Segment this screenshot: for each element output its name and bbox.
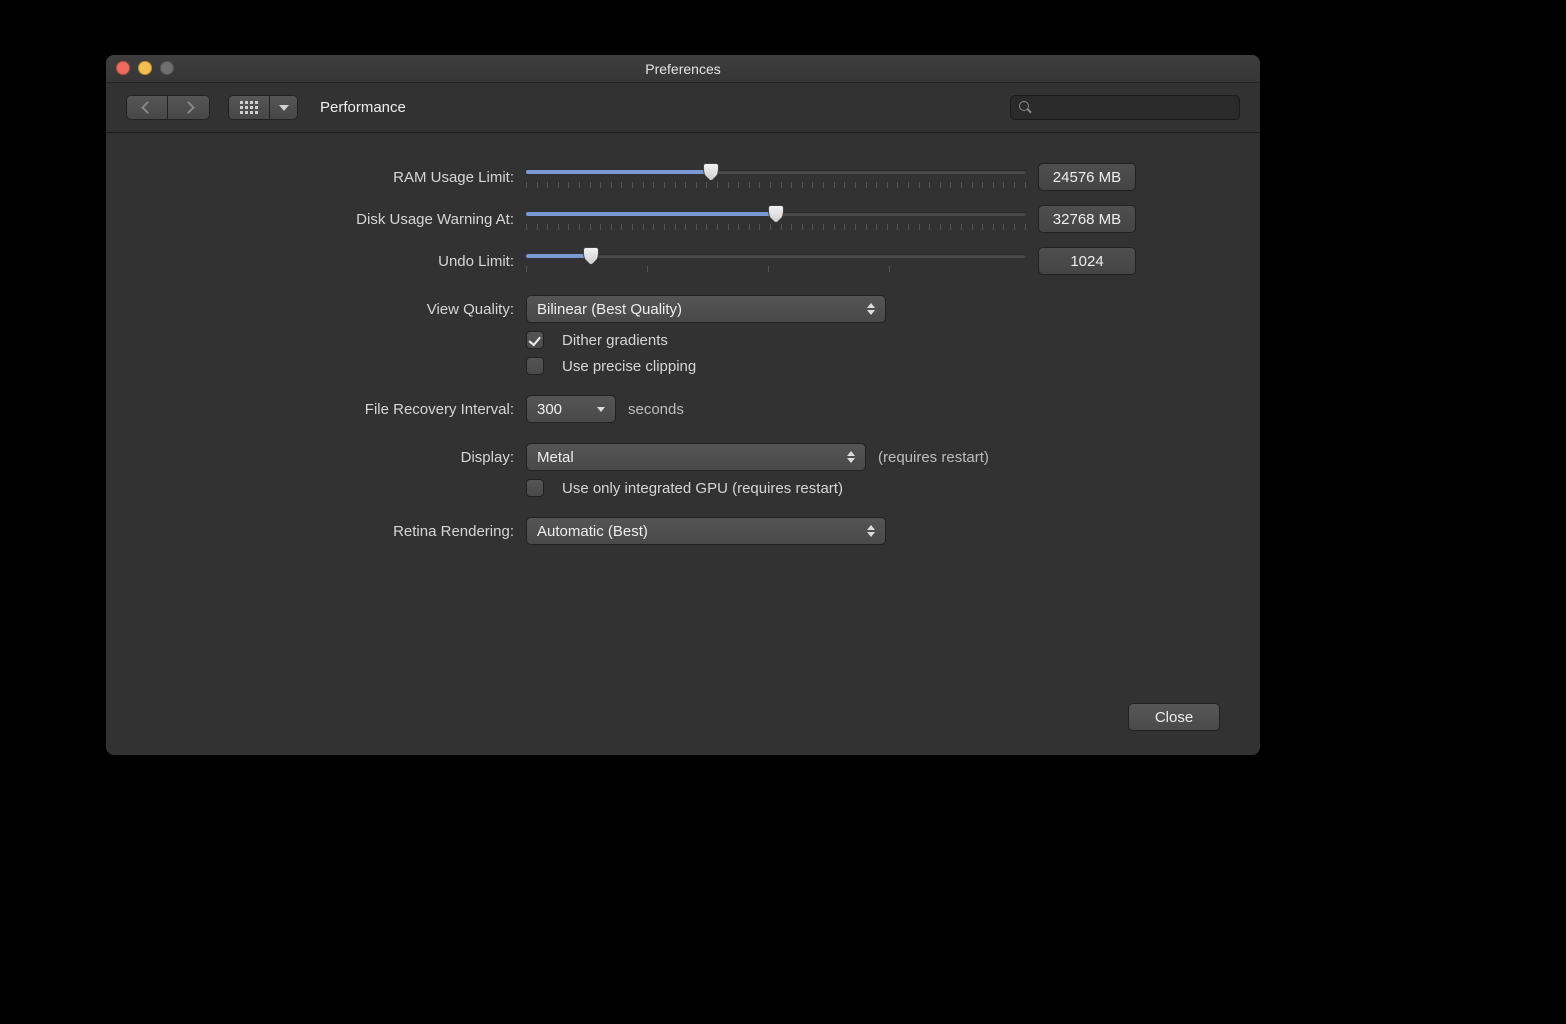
undo-limit-value[interactable]: 1024 [1038, 247, 1136, 275]
dither-gradients-label: Dither gradients [562, 332, 668, 349]
forward-button[interactable] [168, 95, 210, 120]
slider-ticks [526, 224, 1026, 232]
ram-usage-limit-value[interactable]: 24576 MB [1038, 163, 1136, 191]
retina-rendering-value: Automatic (Best) [537, 523, 648, 540]
display-hint: (requires restart) [878, 449, 989, 466]
view-quality-value: Bilinear (Best Quality) [537, 301, 682, 318]
view-quality-select[interactable]: Bilinear (Best Quality) [526, 295, 886, 323]
disk-usage-warning-label: Disk Usage Warning At: [146, 211, 526, 228]
display-value: Metal [537, 449, 574, 466]
slider-ticks [526, 182, 1026, 190]
use-precise-clipping-checkbox[interactable] [526, 357, 544, 375]
search-field[interactable] [1010, 95, 1240, 120]
search-input[interactable] [1038, 99, 1231, 116]
file-recovery-interval-select[interactable]: 300 [526, 395, 616, 423]
slider-ticks [526, 266, 1026, 274]
file-recovery-interval-label: File Recovery Interval: [146, 401, 526, 418]
close-button[interactable]: Close [1128, 703, 1220, 731]
file-recovery-interval-value: 300 [537, 401, 562, 418]
window-title: Preferences [645, 61, 720, 77]
file-recovery-unit: seconds [628, 401, 684, 418]
show-all-menu[interactable] [270, 95, 298, 120]
disk-usage-warning-value[interactable]: 32768 MB [1038, 205, 1136, 233]
window-controls [116, 61, 174, 75]
stepper-icon [847, 448, 859, 466]
undo-limit-label: Undo Limit: [146, 253, 526, 270]
disk-usage-warning-slider[interactable] [526, 206, 1026, 222]
grid-icon [240, 101, 258, 114]
display-label: Display: [146, 449, 526, 466]
view-quality-label: View Quality: [146, 301, 526, 318]
stepper-icon [867, 522, 879, 540]
undo-limit-slider[interactable] [526, 248, 1026, 264]
back-button[interactable] [126, 95, 168, 120]
triangle-down-icon [597, 400, 609, 418]
preferences-window: Preferences Performance RAM Us [106, 55, 1260, 755]
toolbar: Performance [106, 83, 1260, 133]
show-all-button[interactable] [228, 95, 270, 120]
use-integrated-gpu-checkbox[interactable] [526, 479, 544, 497]
titlebar: Preferences [106, 55, 1260, 83]
chevron-right-icon [182, 101, 195, 114]
show-all-group [228, 95, 298, 120]
retina-rendering-label: Retina Rendering: [146, 523, 526, 540]
close-window-button[interactable] [116, 61, 130, 75]
nav-back-forward [126, 95, 210, 120]
stepper-icon [867, 300, 879, 318]
dither-gradients-checkbox[interactable] [526, 331, 544, 349]
retina-rendering-select[interactable]: Automatic (Best) [526, 517, 886, 545]
ram-usage-limit-label: RAM Usage Limit: [146, 169, 526, 186]
section-title: Performance [320, 99, 406, 116]
minimize-window-button[interactable] [138, 61, 152, 75]
display-select[interactable]: Metal [526, 443, 866, 471]
zoom-window-button[interactable] [160, 61, 174, 75]
ram-usage-limit-slider[interactable] [526, 164, 1026, 180]
search-icon [1019, 101, 1032, 114]
use-precise-clipping-label: Use precise clipping [562, 358, 696, 375]
use-integrated-gpu-label: Use only integrated GPU (requires restar… [562, 480, 843, 497]
close-button-label: Close [1155, 709, 1193, 726]
content: RAM Usage Limit: 24576 MB Disk Usage War… [106, 133, 1260, 755]
triangle-down-icon [279, 105, 289, 111]
chevron-left-icon [141, 101, 154, 114]
